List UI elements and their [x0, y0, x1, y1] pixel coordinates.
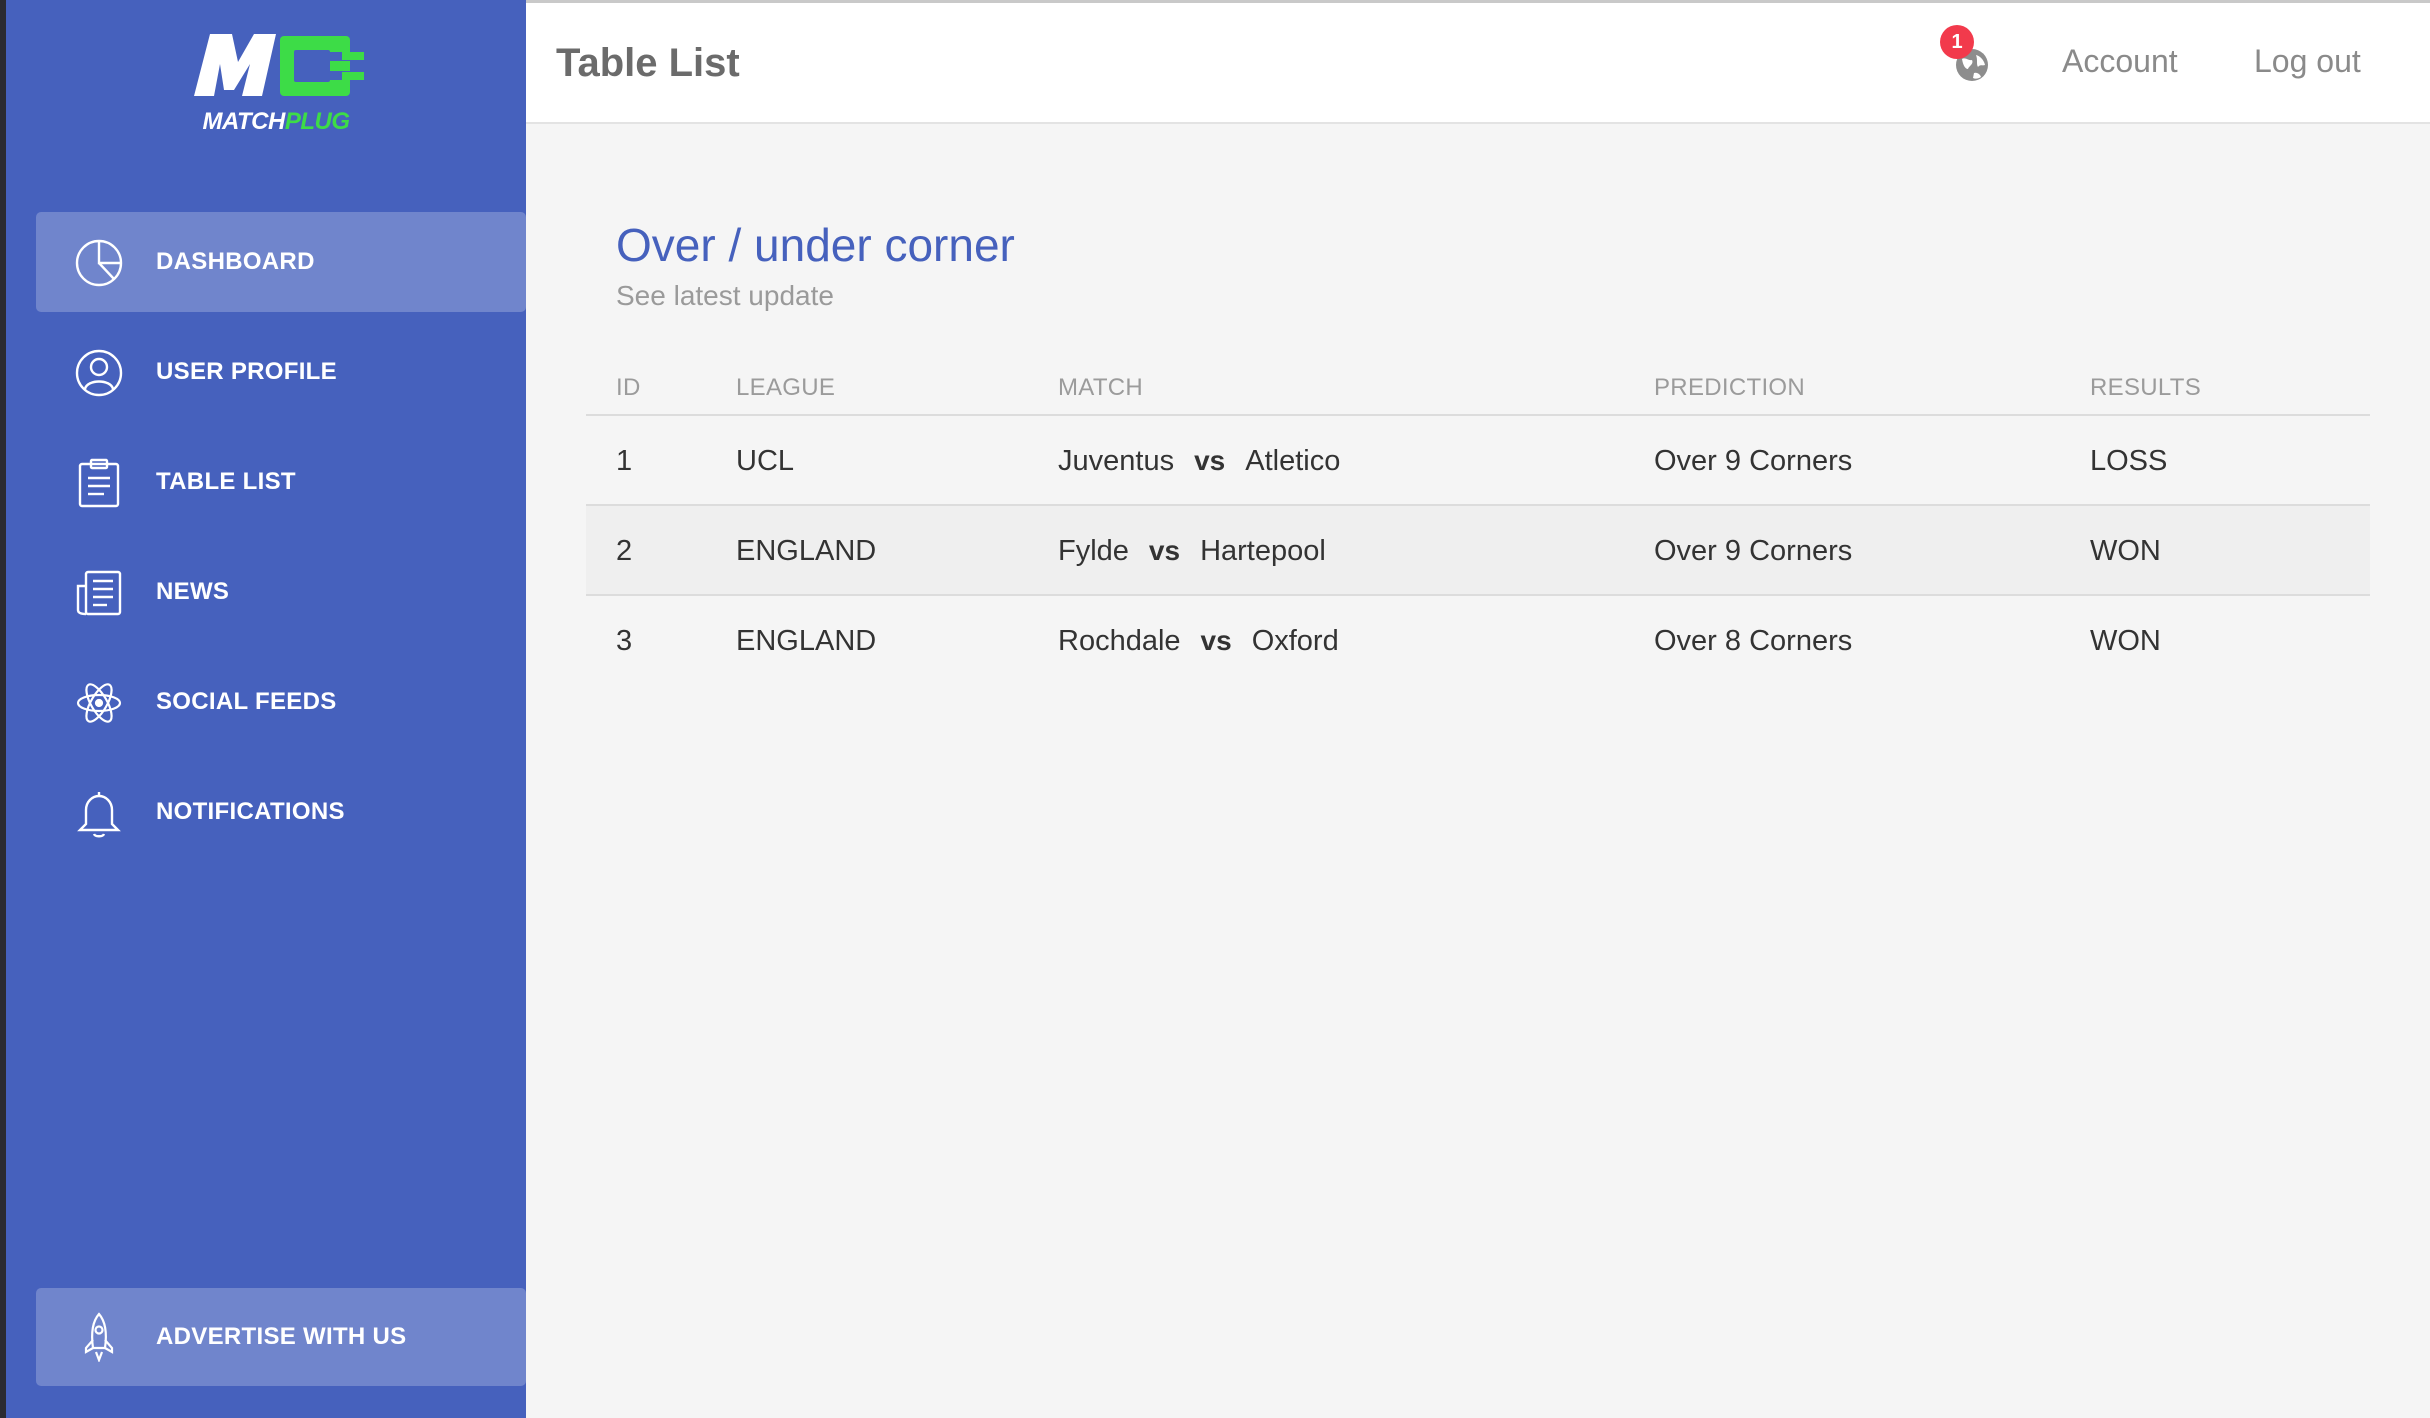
top-navbar: Table List 1 Account Log out	[526, 0, 2430, 124]
bell-icon	[74, 788, 124, 838]
sidebar-item-label: USER PROFILE	[156, 358, 337, 385]
cell-match: Juventus vs Atletico	[1058, 416, 1340, 506]
vs-label: vs	[1148, 535, 1181, 566]
sidebar-item-label: NEWS	[156, 578, 230, 605]
page-title: Table List	[556, 41, 740, 85]
vs-label: vs	[1200, 625, 1232, 656]
column-header-results: RESULTS	[2090, 374, 2202, 401]
vs-label: vs	[1194, 445, 1226, 476]
matchplug-logo[interactable]: MATCHPLUG	[176, 28, 376, 138]
cell-league: ENGLAND	[736, 535, 877, 567]
sidebar: MATCHPLUG DASHBOARD USER PROFILE TABLE L…	[6, 0, 526, 1418]
sidebar-item-social-feeds[interactable]: SOCIAL FEEDS	[36, 652, 526, 752]
sidebar-item-notifications[interactable]: NOTIFICATIONS	[36, 762, 526, 862]
table-row: 2 ENGLAND Fylde vs Hartepool Over 9 Corner…	[586, 506, 2370, 596]
column-header-prediction: PREDICTION	[1654, 374, 1806, 401]
sidebar-nav: DASHBOARD USER PROFILE TABLE LIST NEWS S…	[36, 212, 526, 872]
cell-match: Rochdale vs Oxford	[1058, 596, 1339, 686]
sidebar-item-news[interactable]: NEWS	[36, 542, 526, 642]
sidebar-item-table-list[interactable]: TABLE LIST	[36, 432, 526, 532]
column-header-match: MATCH	[1058, 374, 1144, 401]
cell-id: 3	[616, 625, 633, 657]
away-team: Oxford	[1251, 625, 1339, 657]
advertise-label: ADVERTISE WITH US	[156, 1323, 407, 1350]
cell-result: WON	[2090, 625, 2161, 657]
account-link[interactable]: Account	[2062, 43, 2178, 80]
cell-prediction: Over 9 Corners	[1654, 535, 1853, 567]
cell-id: 2	[616, 535, 633, 567]
newspaper-icon	[74, 568, 124, 618]
logout-link[interactable]: Log out	[2254, 43, 2361, 80]
column-header-league: LEAGUE	[736, 374, 836, 401]
cell-prediction: Over 8 Corners	[1654, 625, 1853, 657]
rocket-icon	[74, 1312, 124, 1362]
cell-prediction: Over 9 Corners	[1654, 445, 1853, 477]
predictions-table: ID LEAGUE MATCH PREDICTION RESULTS 1 UCL…	[586, 364, 2370, 686]
sidebar-item-label: NOTIFICATIONS	[156, 798, 345, 825]
home-team: Fylde	[1058, 535, 1129, 567]
away-team: Hartepool	[1200, 535, 1326, 567]
sidebar-item-label: DASHBOARD	[156, 248, 315, 275]
cell-league: ENGLAND	[736, 625, 877, 657]
logo-mark-icon	[194, 34, 364, 96]
home-team: Rochdale	[1058, 625, 1181, 657]
user-icon	[74, 348, 124, 398]
away-team: Atletico	[1245, 445, 1341, 477]
cell-result: LOSS	[2090, 445, 2168, 477]
clipboard-icon	[74, 458, 124, 508]
table-row: 3 ENGLAND Rochdale vs Oxford Over 8 Corner…	[586, 596, 2370, 686]
cell-id: 1	[616, 445, 633, 477]
logo-wordmark: MATCHPLUG	[202, 108, 350, 135]
card-title: Over / under corner	[616, 219, 1015, 271]
notification-count-badge[interactable]: 1	[1940, 25, 1974, 59]
cell-match: Fylde vs Hartepool	[1058, 506, 1326, 596]
card-subtitle: See latest update	[616, 280, 834, 311]
advertise-button[interactable]: ADVERTISE WITH US	[36, 1288, 526, 1386]
sidebar-item-user-profile[interactable]: USER PROFILE	[36, 322, 526, 422]
home-team: Juventus	[1058, 445, 1175, 477]
sidebar-item-label: SOCIAL FEEDS	[156, 688, 337, 715]
pie-chart-icon	[74, 238, 124, 288]
sidebar-item-label: TABLE LIST	[156, 468, 296, 495]
atom-icon	[74, 678, 124, 728]
cell-league: UCL	[736, 445, 795, 477]
cell-result: WON	[2090, 535, 2161, 567]
column-header-id: ID	[616, 374, 641, 401]
table-row: 1 UCL Juventus vs Atletico Over 9 Corners …	[586, 416, 2370, 506]
table-header: ID LEAGUE MATCH PREDICTION RESULTS	[586, 364, 2370, 416]
sidebar-item-dashboard[interactable]: DASHBOARD	[36, 212, 526, 312]
